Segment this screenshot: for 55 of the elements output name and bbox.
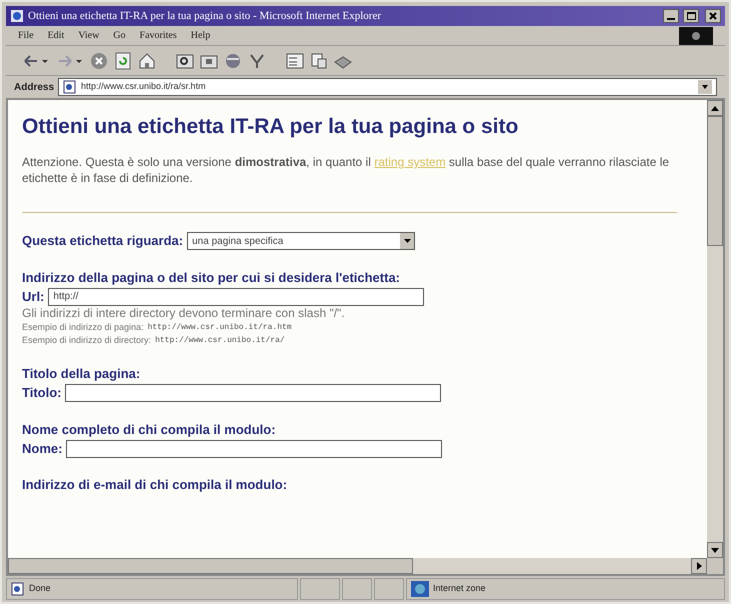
text-field[interactable]: http://	[48, 288, 424, 306]
menu-item[interactable]: View	[78, 28, 100, 43]
notice-paragraph: Attenzione. Questa è solo una versione dimostrativa, in quanto il rating system sulla base del quale verranno rilasciate le etichette è in fase di definizione.	[22, 154, 670, 186]
scroll-down-icon	[711, 548, 719, 552]
example-url: http://www.csr.unibo.it/ra/	[155, 335, 285, 348]
logo-icon	[679, 26, 713, 44]
field-label: Titolo:	[22, 384, 62, 402]
horizontal-scrollbar[interactable]	[8, 558, 707, 574]
address-field[interactable]: http://www.csr.unibo.it/ra/sr.htm	[58, 78, 717, 96]
zone-text: Internet zone	[433, 582, 486, 596]
scroll-up-icon	[711, 106, 719, 110]
scroll-right-icon	[696, 562, 702, 570]
status-panel	[374, 578, 404, 600]
status-panel	[342, 578, 372, 600]
page-heading: Ottieni una etichetta IT-RA per la tua pagina o sito	[22, 114, 520, 140]
text-field[interactable]	[66, 440, 442, 458]
close-icon	[709, 12, 717, 20]
status-text: Done	[29, 582, 51, 596]
window-title: Ottieni una etichetta IT-RA per la tua pagina o sito - Microsoft Internet Explorer	[28, 8, 382, 24]
maximize-icon	[686, 12, 696, 20]
text-field[interactable]	[65, 384, 442, 402]
maximize-button[interactable]	[683, 9, 699, 23]
page-icon	[63, 80, 78, 94]
menu-item[interactable]: Favorites	[140, 28, 177, 43]
refresh-icon[interactable]	[114, 52, 132, 70]
example-label: Esempio di indirizzo di pagina:	[22, 321, 144, 334]
page-icon	[11, 582, 25, 596]
section-heading: Nome completo di chi compila il modulo:	[22, 420, 277, 439]
close-button[interactable]	[705, 9, 721, 23]
dropdown-arrow-icon	[404, 239, 411, 243]
menu-item[interactable]: File	[18, 28, 34, 43]
scrollbar-corner	[707, 558, 723, 574]
channels-icon[interactable]	[286, 52, 304, 70]
minimize-button[interactable]	[663, 9, 679, 23]
field-label: Questa etichetta riguarda:	[22, 232, 184, 250]
section-heading: Titolo della pagina:	[22, 365, 142, 384]
menu-item[interactable]: Go	[113, 28, 126, 43]
address-label: Address	[14, 80, 54, 94]
example-url: http://www.csr.unibo.it/ra.htm	[148, 322, 292, 334]
menu-item[interactable]: Help	[190, 28, 210, 43]
fullscreen-icon[interactable]	[310, 52, 328, 70]
status-panel	[300, 578, 340, 600]
vertical-scrollbar[interactable]	[707, 100, 723, 558]
field-label: Nome:	[22, 440, 62, 458]
example-label: Esempio di indirizzo di directory:	[22, 334, 152, 348]
browser-icon	[10, 9, 24, 23]
section-heading: Indirizzo della pagina o del sito per cui si desidera l'etichetta:	[22, 268, 402, 287]
home-icon[interactable]	[138, 52, 156, 70]
section-heading: Indirizzo di e-mail di chi compila il modulo:	[22, 476, 288, 494]
field-label: Url:	[22, 288, 44, 306]
stop-icon[interactable]	[90, 52, 108, 70]
page-type-dropdown[interactable]: una pagina specifica	[187, 232, 416, 250]
minimize-icon	[667, 18, 675, 20]
menu-item[interactable]: Edit	[48, 28, 64, 43]
hint-text: Gli indirizzi di intere directory devono terminare con slash "/".	[22, 306, 346, 322]
